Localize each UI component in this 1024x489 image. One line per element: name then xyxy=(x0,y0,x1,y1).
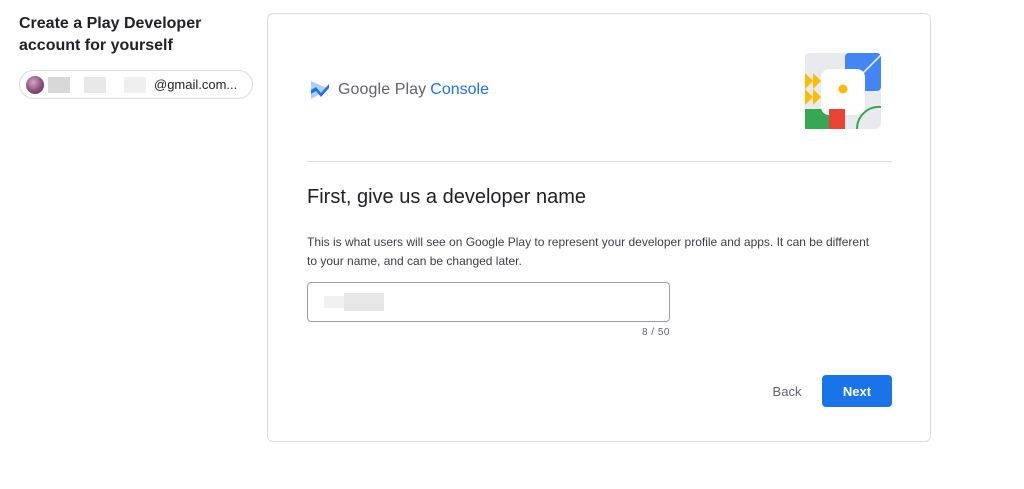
play-console-logo-icon xyxy=(311,81,329,99)
signup-card: Google Play Console First, give us a dev… xyxy=(267,13,931,442)
avatar xyxy=(26,75,44,94)
back-button[interactable]: Back xyxy=(762,375,812,407)
brand-header: Google Play Console xyxy=(308,78,489,102)
redacted-value xyxy=(324,296,344,308)
redacted-value xyxy=(344,293,384,311)
developer-illustration-icon xyxy=(805,53,881,129)
next-button[interactable]: Next xyxy=(822,375,892,407)
brand-name: Google Play xyxy=(338,81,427,98)
redacted-block xyxy=(84,76,106,93)
redacted-block xyxy=(48,76,70,93)
divider xyxy=(307,161,892,162)
redacted-block xyxy=(124,76,146,93)
section-heading: First, give us a developer name xyxy=(307,186,587,208)
page-title: Create a Play Developer account for your… xyxy=(19,15,202,54)
account-chip[interactable]: @gmail.com... xyxy=(19,70,253,99)
account-email: @gmail.com... xyxy=(154,77,238,92)
developer-name-input[interactable] xyxy=(307,282,670,322)
section-description: This is what users will see on Google Pl… xyxy=(307,235,870,268)
character-counter: 8 / 50 xyxy=(641,327,670,338)
brand-product: Console xyxy=(430,81,489,98)
